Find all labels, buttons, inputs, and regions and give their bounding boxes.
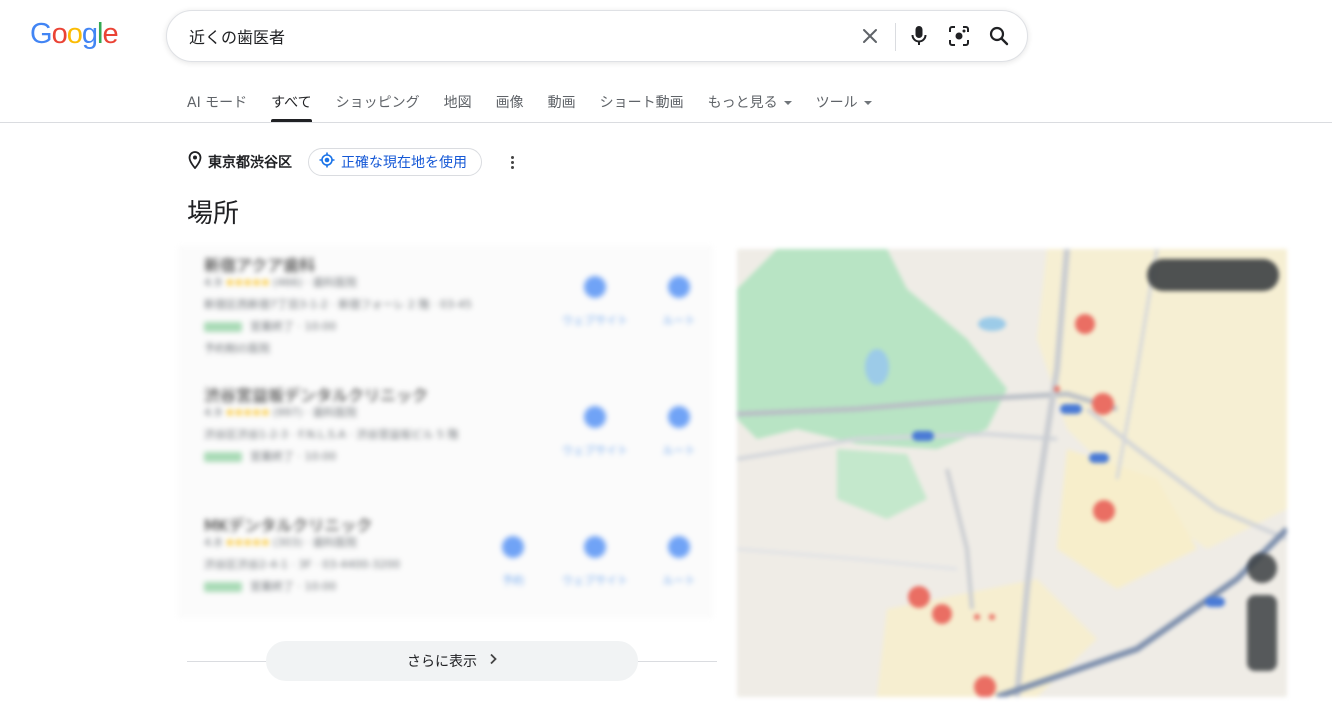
logo-letter: e — [102, 18, 118, 50]
tab-tools[interactable]: ツール — [816, 88, 872, 122]
website-button[interactable]: ウェブサイト — [550, 276, 640, 328]
tab-ai-mode[interactable]: AI モード — [187, 88, 247, 122]
google-logo[interactable]: Google — [30, 18, 119, 51]
caret-down-icon — [783, 101, 792, 105]
booking-button[interactable]: 予約 — [468, 536, 558, 588]
logo-letter: o — [51, 18, 68, 50]
directions-icon — [668, 276, 690, 298]
map-canvas — [737, 249, 1287, 697]
place-name[interactable]: MKデンタルクリニック — [204, 512, 714, 535]
search-divider — [895, 23, 896, 51]
logo-letter: G — [30, 18, 53, 50]
directions-icon — [668, 536, 690, 558]
my-location-button[interactable] — [1247, 553, 1277, 583]
location-row: 東京都渋谷区 正確な現在地を使用 — [188, 148, 520, 176]
location-pin-icon — [188, 151, 202, 173]
crosshair-icon — [319, 152, 335, 172]
place-name[interactable]: 新宿アクア歯科 — [204, 252, 714, 275]
tab-maps[interactable]: 地図 — [444, 88, 472, 122]
map-view[interactable] — [737, 249, 1287, 697]
place-extra: 予約制の医院 — [204, 342, 270, 355]
directions-button[interactable]: ルート — [634, 536, 724, 588]
tab-short-videos[interactable]: ショート動画 — [600, 88, 684, 122]
divider-line — [187, 661, 267, 662]
globe-icon — [584, 406, 606, 428]
camera-lens-icon[interactable] — [947, 24, 971, 48]
show-more-label: さらに表示 — [407, 654, 477, 670]
directions-button[interactable]: ルート — [634, 276, 724, 328]
zoom-controls[interactable] — [1247, 595, 1277, 671]
tab-all[interactable]: すべて — [271, 88, 313, 122]
search-tabs: AI モード すべて ショッピング 地図 画像 動画 ショート動画 もっと見る … — [187, 88, 896, 122]
calendar-icon — [502, 536, 524, 558]
divider-line — [637, 661, 717, 662]
caret-down-icon — [863, 101, 872, 105]
clear-icon[interactable] — [858, 24, 882, 48]
chevron-right-icon — [489, 653, 497, 669]
tab-more[interactable]: もっと見る — [708, 88, 792, 122]
tab-images[interactable]: 画像 — [496, 88, 524, 122]
globe-icon — [584, 536, 606, 558]
search-icon[interactable] — [987, 24, 1011, 48]
website-button[interactable]: ウェブサイト — [550, 406, 640, 458]
directions-icon — [668, 406, 690, 428]
globe-icon — [584, 276, 606, 298]
website-button[interactable]: ウェブサイト — [550, 536, 640, 588]
microphone-icon[interactable] — [907, 24, 931, 48]
show-more-button[interactable]: さらに表示 — [266, 641, 638, 681]
place-name[interactable]: 渋谷宮益坂デンタルクリニック — [204, 382, 714, 405]
places-title: 場所 — [187, 199, 240, 229]
use-precise-location-button[interactable]: 正確な現在地を使用 — [308, 148, 482, 176]
tab-videos[interactable]: 動画 — [548, 88, 576, 122]
places-results: 新宿アクア歯科 4.9 ★★★★★ (466) · 歯科医院 新宿区西新宿7丁目… — [178, 246, 713, 618]
header-divider — [0, 122, 1332, 123]
search-input[interactable] — [189, 11, 829, 61]
more-options-icon[interactable] — [504, 148, 520, 176]
tab-shopping[interactable]: ショッピング — [336, 88, 420, 122]
logo-letter: o — [66, 18, 83, 50]
location-name: 東京都渋谷区 — [208, 155, 292, 171]
directions-button[interactable]: ルート — [634, 406, 724, 458]
precise-location-label: 正確な現在地を使用 — [341, 155, 467, 171]
search-box — [166, 10, 1028, 62]
logo-letter: g — [81, 18, 98, 50]
map-expand-button[interactable] — [1147, 259, 1279, 291]
